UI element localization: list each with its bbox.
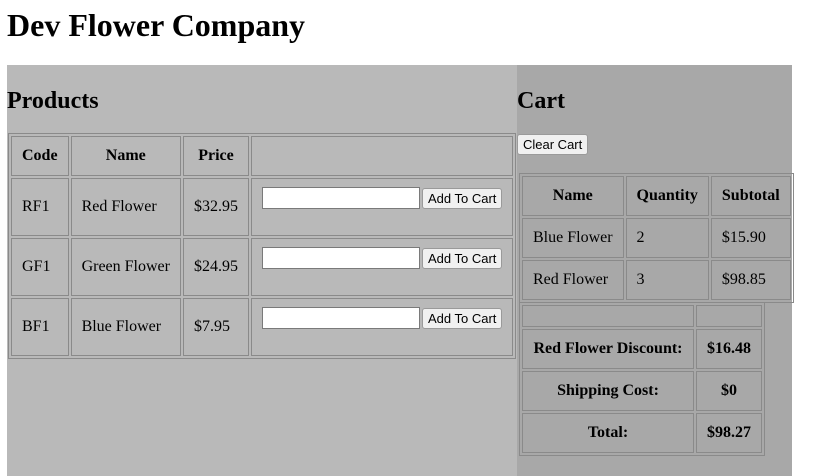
cart-item-name: Red Flower	[522, 260, 624, 300]
products-panel: Products Code Name Price RF1 Red Flower …	[7, 65, 517, 476]
column-header-price: Price	[182, 136, 249, 176]
product-price: $32.95	[182, 178, 249, 236]
quantity-input[interactable]	[261, 187, 420, 209]
clear-cart-button[interactable]: Clear Cart	[517, 134, 589, 155]
products-table: Code Name Price RF1 Red Flower $32.95 Ad…	[8, 133, 517, 359]
add-to-cart-button[interactable]: Add To Cart	[421, 307, 503, 329]
discount-label: Red Flower Discount:	[522, 329, 694, 369]
add-to-cart-button[interactable]: Add To Cart	[421, 187, 503, 209]
product-row: RF1 Red Flower $32.95 Add To Cart	[11, 178, 514, 236]
cart-item-row: Blue Flower 2 $15.90	[522, 218, 791, 258]
summary-discount-row: Red Flower Discount: $16.48	[522, 329, 762, 369]
product-action-cell: Add To Cart	[250, 178, 514, 236]
total-label: Total:	[522, 413, 694, 453]
shipping-value: $0	[696, 371, 762, 411]
cart-table: Name Quantity Subtotal Blue Flower 2 $15…	[519, 173, 794, 303]
products-header-row: Code Name Price	[11, 136, 514, 176]
cart-heading: Cart	[517, 88, 565, 114]
product-name: Red Flower	[70, 178, 181, 236]
product-row: BF1 Blue Flower $7.95 Add To Cart	[11, 298, 514, 356]
quantity-input[interactable]	[261, 307, 420, 329]
cart-panel: Cart Clear Cart Name Quantity Subtotal B…	[517, 65, 794, 476]
summary-blank-cell	[696, 305, 762, 327]
product-action-cell: Add To Cart	[250, 298, 514, 356]
products-heading: Products	[7, 88, 99, 114]
cart-item-name: Blue Flower	[522, 218, 624, 258]
product-price: $7.95	[182, 298, 249, 356]
cart-header-row: Name Quantity Subtotal	[522, 176, 791, 216]
column-header-name: Name	[70, 136, 181, 176]
product-name: Blue Flower	[70, 298, 181, 356]
cart-summary-table: Red Flower Discount: $16.48 Shipping Cos…	[519, 302, 765, 456]
summary-blank-cell	[522, 305, 694, 327]
cart-item-subtotal: $98.85	[710, 260, 791, 300]
product-price: $24.95	[182, 238, 249, 296]
discount-value: $16.48	[696, 329, 762, 369]
product-code: GF1	[11, 238, 69, 296]
product-action-cell: Add To Cart	[250, 238, 514, 296]
cart-item-quantity: 3	[625, 260, 709, 300]
product-row: GF1 Green Flower $24.95 Add To Cart	[11, 238, 514, 296]
cart-item-row: Red Flower 3 $98.85	[522, 260, 791, 300]
add-to-cart-button[interactable]: Add To Cart	[421, 247, 503, 269]
page-title: Dev Flower Company	[7, 7, 306, 43]
total-value: $98.27	[696, 413, 762, 453]
shipping-label: Shipping Cost:	[522, 371, 694, 411]
product-name: Green Flower	[70, 238, 181, 296]
product-code: RF1	[11, 178, 69, 236]
summary-blank-row	[522, 305, 762, 327]
product-code: BF1	[11, 298, 69, 356]
summary-total-row: Total: $98.27	[522, 413, 762, 453]
cart-column-quantity: Quantity	[625, 176, 709, 216]
cart-column-subtotal: Subtotal	[710, 176, 791, 216]
cart-item-quantity: 2	[625, 218, 709, 258]
cart-column-name: Name	[522, 176, 624, 216]
cart-item-subtotal: $15.90	[710, 218, 791, 258]
column-header-action	[250, 136, 514, 176]
column-header-code: Code	[11, 136, 69, 176]
quantity-input[interactable]	[261, 247, 420, 269]
summary-shipping-row: Shipping Cost: $0	[522, 371, 762, 411]
